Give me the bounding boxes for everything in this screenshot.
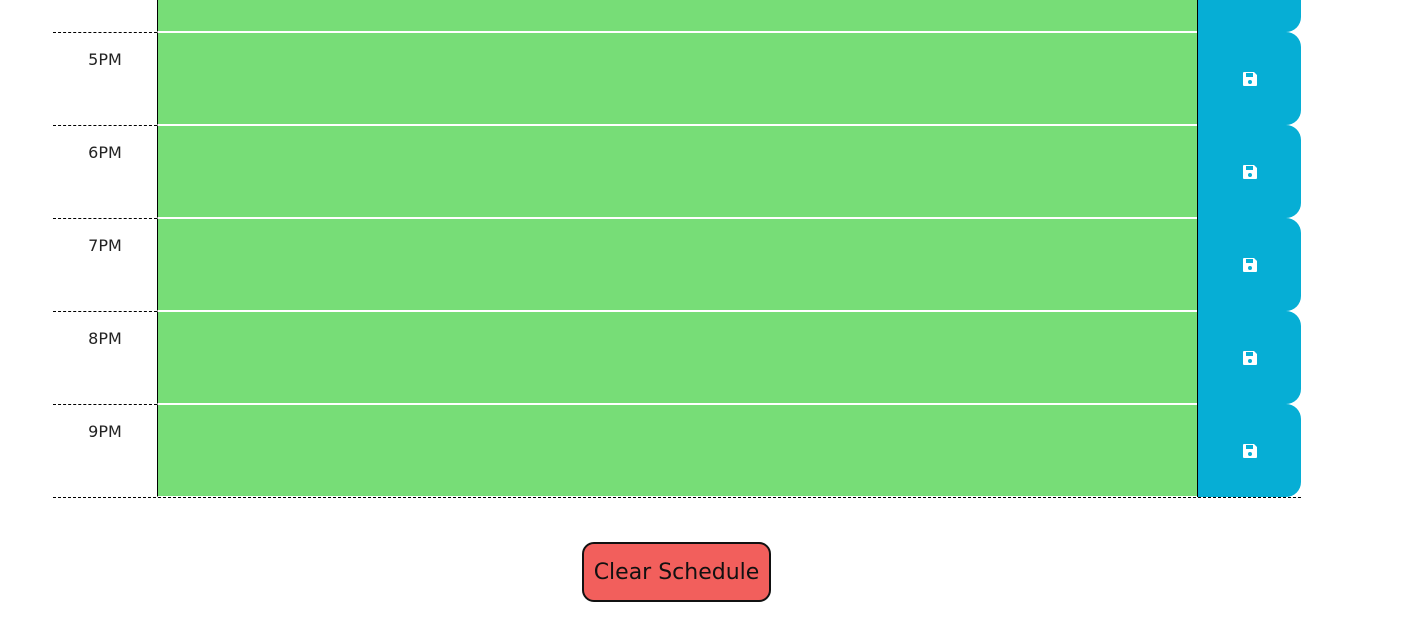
save-button[interactable] [1197, 125, 1301, 218]
floppy-disk-icon [1242, 443, 1258, 459]
time-block-row [53, 0, 1301, 32]
time-block-row: 8PM [53, 311, 1301, 404]
hour-label: 9PM [53, 404, 157, 497]
floppy-disk-icon [1242, 164, 1258, 180]
time-block-row: 5PM [53, 32, 1301, 125]
time-block-row: 9PM [53, 404, 1301, 497]
save-button[interactable] [1197, 218, 1301, 311]
hour-label [53, 0, 157, 32]
save-button[interactable] [1197, 0, 1301, 32]
event-textarea[interactable] [157, 311, 1197, 404]
clear-schedule-button[interactable]: Clear Schedule [582, 542, 771, 602]
event-textarea[interactable] [157, 125, 1197, 218]
hour-label: 7PM [53, 218, 157, 311]
time-block-row: 7PM [53, 218, 1301, 311]
hour-label: 6PM [53, 125, 157, 218]
floppy-disk-icon [1242, 71, 1258, 87]
floppy-disk-icon [1242, 257, 1258, 273]
save-button[interactable] [1197, 32, 1301, 125]
event-textarea[interactable] [157, 0, 1197, 32]
hour-label: 8PM [53, 311, 157, 404]
event-textarea[interactable] [157, 32, 1197, 125]
save-button[interactable] [1197, 311, 1301, 404]
event-textarea[interactable] [157, 218, 1197, 311]
floppy-disk-icon [1242, 350, 1258, 366]
save-button[interactable] [1197, 404, 1301, 497]
time-block-row: 6PM [53, 125, 1301, 218]
schedule-container: 5PM 6PM 7PM 8PM 9PM [53, 0, 1301, 497]
hour-label: 5PM [53, 32, 157, 125]
event-textarea[interactable] [157, 404, 1197, 497]
schedule-bottom-divider [53, 497, 1301, 498]
